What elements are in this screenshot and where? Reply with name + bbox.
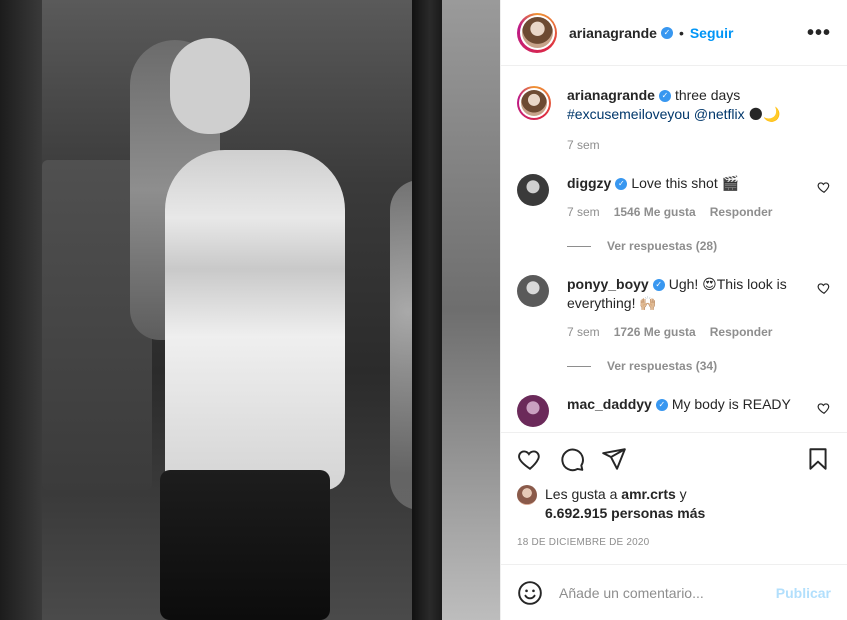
- view-replies-button[interactable]: Ver respuestas (28): [567, 239, 831, 253]
- emoji-icon[interactable]: [517, 580, 543, 606]
- comment-body: diggzy ✓ Love this shot 🎬 7 sem 1546 Me gu…: [567, 174, 831, 219]
- author-username[interactable]: arianagrande: [569, 25, 657, 41]
- comment-time[interactable]: 7 sem: [567, 205, 600, 219]
- author-avatar-image: [521, 17, 553, 48]
- comment-avatar[interactable]: [517, 395, 549, 427]
- comment-meta: 7 sem 1726 Me gusta Responder: [567, 325, 805, 339]
- comment-text: ponyy_boyy ✓ Ugh! 😍This look is everything…: [567, 275, 805, 313]
- post-photo[interactable]: [0, 0, 500, 620]
- comment-avatar[interactable]: [517, 275, 549, 307]
- comment-like-heart-icon[interactable]: [817, 180, 831, 194]
- caption-time[interactable]: 7 sem: [567, 138, 600, 152]
- view-replies-label: Ver respuestas (28): [607, 239, 718, 253]
- likes-prefix: Les gusta a: [545, 486, 618, 502]
- follow-button[interactable]: Seguir: [690, 25, 734, 41]
- comment-username[interactable]: ponyy_boyy: [567, 276, 649, 292]
- comment-item: diggzy ✓ Love this shot 🎬 7 sem 1546 Me gu…: [517, 174, 831, 219]
- comment-bubble-icon[interactable]: [559, 446, 585, 472]
- comment-text: mac_daddyy ✓ My body is READY: [567, 395, 805, 414]
- view-replies-button[interactable]: Ver respuestas (34): [567, 359, 831, 373]
- instagram-post: arianagrande ✓ • Seguir ••• arianagrande…: [0, 0, 847, 620]
- photo-mirror-frame: [412, 0, 442, 620]
- post-side-panel: arianagrande ✓ • Seguir ••• arianagrande…: [500, 0, 847, 620]
- more-options-icon[interactable]: •••: [807, 23, 831, 43]
- add-comment-bar: Publicar: [501, 564, 847, 620]
- verified-badge-icon: ✓: [652, 279, 665, 292]
- share-send-icon[interactable]: [601, 446, 627, 472]
- comment-likes-count[interactable]: 1546 Me gusta: [614, 205, 696, 219]
- comment-body: ponyy_boyy ✓ Ugh! 😍This look is everything…: [567, 275, 831, 339]
- caption-author-avatar[interactable]: [517, 86, 551, 120]
- photo-figure-head: [170, 38, 250, 134]
- post-date[interactable]: 18 DE DICIEMBRE DE 2020: [517, 537, 831, 548]
- comment-message: Love this shot 🎬: [631, 175, 740, 191]
- likes-text: Les gusta a amr.crts y 6.692.915 persona…: [545, 485, 705, 523]
- reply-button[interactable]: Responder: [710, 325, 773, 339]
- author-avatar-inner: [519, 15, 555, 50]
- caption-avatar-inner: [519, 88, 549, 118]
- liker-avatar[interactable]: [517, 485, 537, 505]
- photo-wall-right: [442, 0, 500, 620]
- likes-middle: y: [679, 486, 687, 502]
- verified-badge-icon: ✓: [660, 26, 673, 39]
- comment-like-heart-icon[interactable]: [817, 401, 831, 415]
- replies-divider-line: [567, 365, 591, 367]
- header-user: arianagrande ✓ • Seguir: [569, 25, 733, 41]
- comment-body: mac_daddyy ✓ My body is READY: [567, 395, 831, 414]
- caption-username[interactable]: arianagrande: [567, 87, 655, 103]
- comment-item: mac_daddyy ✓ My body is READY: [517, 395, 831, 427]
- caption-hashtag[interactable]: #excusemeiloveyou: [567, 106, 690, 122]
- post-header: arianagrande ✓ • Seguir •••: [501, 0, 847, 66]
- caption-avatar-image: [521, 90, 547, 116]
- caption-message: three days: [674, 87, 741, 103]
- action-bar: [517, 433, 831, 485]
- like-heart-icon[interactable]: [517, 446, 543, 472]
- caption-mention[interactable]: @netflix: [694, 106, 745, 122]
- comment-username[interactable]: diggzy: [567, 175, 611, 191]
- comment-text: diggzy ✓ Love this shot 🎬: [567, 174, 805, 193]
- photo-figure-legs: [160, 470, 330, 620]
- verified-badge-icon: ✓: [658, 90, 671, 103]
- comment-username[interactable]: mac_daddyy: [567, 396, 652, 412]
- comment-meta: 7 sem 1546 Me gusta Responder: [567, 205, 805, 219]
- comments-list[interactable]: arianagrande ✓ three days #excusemeiloveyo…: [501, 66, 847, 432]
- liker-username[interactable]: amr.crts: [621, 486, 675, 502]
- replies-divider-line: [567, 245, 591, 247]
- publish-button[interactable]: Publicar: [776, 585, 831, 601]
- caption-emoji: 🌑🌙: [748, 106, 781, 122]
- comment-likes-count[interactable]: 1726 Me gusta: [614, 325, 696, 339]
- comment-like-heart-icon[interactable]: [817, 281, 831, 295]
- comment-time[interactable]: 7 sem: [567, 325, 600, 339]
- photo-backdrop-left: [0, 0, 42, 620]
- header-separator: •: [678, 24, 684, 41]
- verified-badge-icon: ✓: [655, 399, 668, 412]
- author-avatar[interactable]: [517, 12, 557, 53]
- caption-meta: 7 sem: [567, 138, 805, 152]
- likes-summary: Les gusta a amr.crts y 6.692.915 persona…: [517, 485, 831, 523]
- comment-message: My body is READY: [671, 396, 791, 412]
- photo-figure-body: [165, 150, 345, 490]
- comment-avatar[interactable]: [517, 174, 549, 206]
- verified-badge-icon: ✓: [615, 178, 628, 191]
- post-actions: Les gusta a amr.crts y 6.692.915 persona…: [501, 432, 847, 564]
- view-replies-label: Ver respuestas (34): [607, 359, 718, 373]
- comment-item: ponyy_boyy ✓ Ugh! 😍This look is everything…: [517, 275, 831, 339]
- likes-count[interactable]: 6.692.915 personas más: [545, 505, 705, 521]
- caption: arianagrande ✓ three days #excusemeiloveyo…: [517, 86, 831, 152]
- caption-body: arianagrande ✓ three days #excusemeiloveyo…: [567, 86, 831, 152]
- reply-button[interactable]: Responder: [710, 205, 773, 219]
- save-bookmark-icon[interactable]: [805, 446, 831, 472]
- caption-text: arianagrande ✓ three days #excusemeiloveyo…: [567, 86, 805, 124]
- comment-input[interactable]: [559, 584, 776, 601]
